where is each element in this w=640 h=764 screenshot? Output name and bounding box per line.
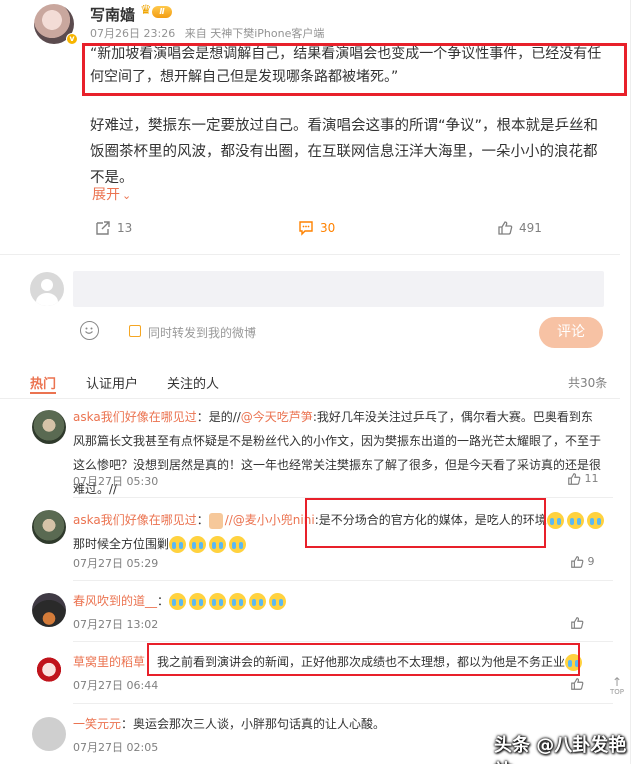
comment-like-count: 11 [584,472,599,485]
commenter-avatar[interactable] [32,410,66,444]
tab-following[interactable]: 关注的人 [167,373,219,392]
commenter-name[interactable]: 春风吹到的道__ [73,594,157,608]
comment-time: 07月27日 13:02 [73,618,159,631]
cry-emoji-icon [249,593,267,610]
thumbs-up-icon [498,221,513,235]
comment-button[interactable]: 30 [298,220,335,236]
mention-link[interactable]: //@麦小小兜nini [225,513,315,527]
divider [73,580,613,581]
submit-comment-button[interactable]: 评论 [539,317,603,348]
cry-emoji-icon [586,512,604,529]
cry-emoji-icon [209,593,227,610]
commenter-name[interactable]: 一笑元元 [73,717,121,731]
source-prefix: 来自 [184,27,207,40]
commenter-name[interactable]: 草窝里的稻草 [73,655,145,669]
thumbs-up-icon [571,617,584,629]
comment-prefix: ： [157,594,170,608]
cry-emoji-icon [189,593,207,610]
cry-emoji-icon [229,593,247,610]
author-name[interactable]: 写南嫱 [90,4,135,25]
cry-emoji-icon [269,593,287,610]
comment-time: 07月27日 02:05 [73,741,159,754]
emoji-icon[interactable] [80,321,99,340]
like-count: 491 [519,221,542,235]
sidebar-divider [630,0,631,764]
divider [0,398,620,399]
repost-checkbox-label: 同时转发到我的微博 [148,326,257,340]
highlight-box [82,43,627,96]
thumbs-up-icon [568,473,581,485]
highlight-box [305,498,546,548]
comment-count: 30 [320,221,336,235]
comment-body: 奥运会那次三人谈，小胖那句话真的让人心酸。 [133,717,386,731]
commenter-avatar[interactable] [32,593,66,627]
thumbs-emoji [208,512,223,529]
back-to-top-button[interactable]: ↑ TOP [604,675,630,707]
comment-time: 07月27日 05:30 [73,475,159,488]
tab-verified[interactable]: 认证用户 [86,373,138,392]
divider [73,703,613,704]
comment-total: 共30条 [568,376,608,390]
commenter-avatar[interactable] [32,510,66,544]
comment-like-button[interactable]: 11 [567,472,599,486]
chevron-down-icon: ⌄ [122,189,132,202]
comment-body-tail: 那时候全方位围剿 [73,537,170,551]
commenter-name[interactable]: aska我们好像在哪见过 [73,513,197,527]
post-date[interactable]: 07月26日 23:26 [90,27,175,40]
repost-button[interactable]: 13 [95,220,132,236]
cry-emoji-icon [169,593,187,610]
post-meta: 07月26日 23:26 来自 天神下樊iPhone客户端 [90,25,324,41]
comment-like-button[interactable]: 9 [570,555,595,569]
share-icon [96,221,110,235]
verified-icon: v [66,33,78,45]
comment-prefix: ：是的// [196,410,241,424]
repost-count: 13 [117,221,133,235]
cry-emoji-icon [229,536,247,553]
comment-prefix: ： [196,513,209,527]
tab-hot[interactable]: 热门 [30,373,56,392]
cry-emoji-icon [546,512,564,529]
arrow-up-icon: ↑ [611,675,623,689]
mention-link[interactable]: @今天吃芦笋 [241,410,313,424]
repost-checkbox[interactable] [129,325,141,337]
divider [73,641,613,642]
comment-text: 春风吹到的道__： [73,589,603,613]
comment-like-button[interactable] [570,616,584,630]
thumbs-up-icon [571,556,584,568]
like-button[interactable]: 491 [497,220,542,236]
cry-emoji-icon [169,536,187,553]
comment-input[interactable] [73,271,604,307]
divider [0,254,620,255]
watermark: 头条 @八卦发艳站 [494,735,627,764]
cry-emoji-icon [209,536,227,553]
my-avatar [30,272,64,306]
commenter-avatar[interactable] [32,656,66,690]
commenter-name[interactable]: aska我们好像在哪见过 [73,410,197,424]
level-badge: Ⅱ [152,6,172,18]
expand-link[interactable]: 展开 ⌄ [92,184,131,204]
back-to-top-label: TOP [609,688,624,696]
highlight-box [147,643,580,676]
cry-emoji-icon [189,536,207,553]
tab-indicator [30,392,56,394]
comment-icon [299,221,313,236]
post-body: 好难过，樊振东一定要放过自己。看演唱会这事的所谓“争议”，根本就是乒丝和饭圈茶杯… [90,118,599,186]
expand-label: 展开 [92,187,120,203]
comment-like-button[interactable] [570,677,584,691]
comment-like-count: 9 [587,555,595,568]
comment-time: 07月27日 05:29 [73,557,159,570]
commenter-avatar[interactable] [32,717,66,751]
cry-emoji-icon [566,512,584,529]
comment-time: 07月27日 06:44 [73,679,159,692]
comment-prefix: ： [121,717,134,731]
thumbs-up-icon [571,678,584,690]
post-source[interactable]: 天神下樊iPhone客户端 [210,27,324,40]
